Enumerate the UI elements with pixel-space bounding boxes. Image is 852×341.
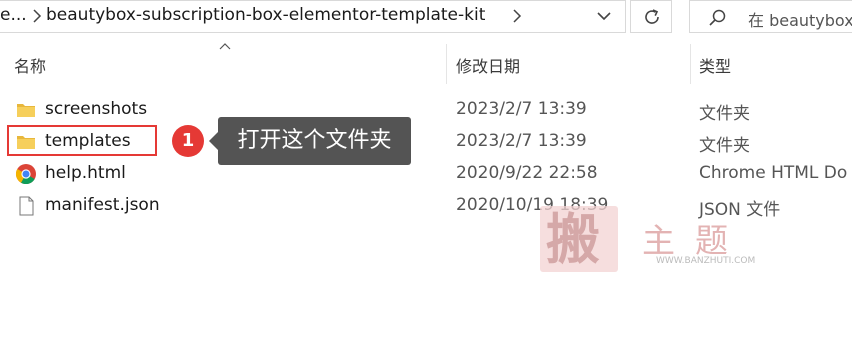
watermark-url: WWW.BANZHUTI.COM — [656, 256, 756, 266]
column-divider[interactable] — [690, 44, 691, 84]
chevron-down-icon[interactable] — [596, 10, 612, 22]
sort-ascending-icon — [219, 43, 231, 50]
search-icon — [709, 9, 726, 26]
highlight-box — [7, 125, 157, 156]
file-modified: 2020/9/22 22:58 — [456, 163, 598, 183]
file-name[interactable]: manifest.json — [45, 195, 160, 215]
column-header-type[interactable]: 类型 — [699, 53, 731, 77]
file-name[interactable]: help.html — [45, 163, 126, 183]
search-input[interactable]: 在 beautybox — [748, 7, 852, 31]
column-header-name[interactable]: 名称 — [14, 53, 46, 77]
file-type: 文件夹 — [699, 136, 750, 156]
watermark-seal-char: 搬 — [546, 207, 600, 271]
file-type: Chrome HTML Do — [699, 163, 848, 183]
column-divider[interactable] — [446, 44, 447, 84]
column-header-modified[interactable]: 修改日期 — [456, 53, 520, 77]
folder-icon — [17, 104, 35, 117]
file-name[interactable]: screenshots — [45, 99, 147, 119]
file-row[interactable]: help.html 2020/9/22 22:58 Chrome HTML Do — [0, 158, 852, 190]
breadcrumb-chevron-icon — [33, 9, 42, 23]
chrome-icon — [15, 164, 36, 185]
address-bar[interactable]: e... beautybox-subscription-box-elemento… — [0, 0, 626, 33]
file-type: 文件夹 — [699, 104, 750, 124]
address-prefix[interactable]: e... — [0, 5, 27, 25]
address-path[interactable]: beautybox-subscription-box-elementor-tem… — [46, 5, 485, 25]
watermark-text: 主题 — [642, 221, 748, 260]
refresh-icon — [645, 9, 659, 24]
refresh-button[interactable] — [630, 0, 672, 33]
step-badge: 1 — [172, 125, 204, 157]
instruction-tooltip: 打开这个文件夹 — [209, 117, 411, 165]
file-icon — [19, 196, 34, 216]
file-row[interactable]: screenshots 2023/2/7 13:39 文件夹 — [0, 94, 852, 126]
file-modified: 2023/2/7 13:39 — [456, 131, 587, 151]
watermark-seal: 搬 — [540, 206, 618, 272]
search-box[interactable]: 在 beautybox — [689, 0, 852, 33]
breadcrumb-chevron-icon[interactable] — [512, 7, 522, 25]
file-modified: 2023/2/7 13:39 — [456, 99, 587, 119]
